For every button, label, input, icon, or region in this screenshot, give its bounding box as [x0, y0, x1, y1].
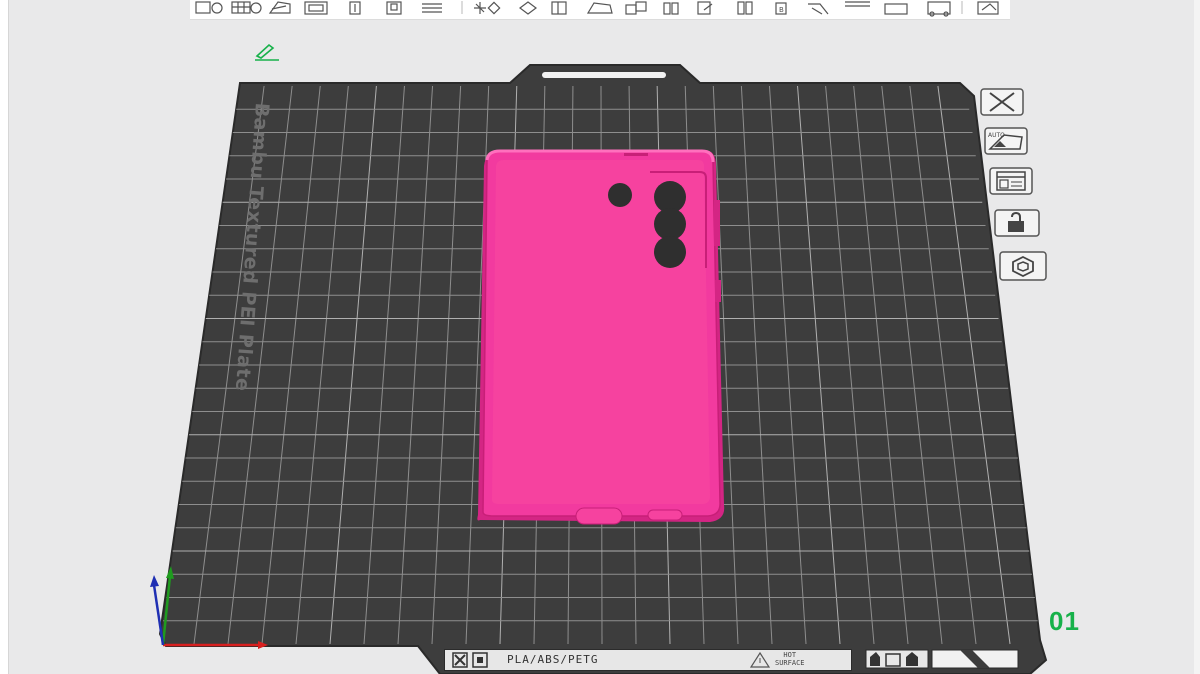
plate-info-tag: PLA/ABS/PETG HOT SURFACE — [444, 649, 852, 671]
lock-plate-button[interactable] — [994, 209, 1040, 239]
phone-case-model[interactable] — [477, 149, 725, 525]
lock-plate-icon — [994, 209, 1040, 237]
auto-arrange-plate-icon: AUTO — [984, 127, 1028, 155]
camera-hole — [654, 236, 686, 268]
plate-qr-icon — [452, 652, 488, 668]
camera-hole — [654, 208, 686, 240]
auto-arrange-plate-button[interactable]: AUTO — [984, 127, 1028, 157]
camera-hole — [608, 183, 632, 207]
plate-settings-icon — [989, 167, 1033, 195]
delete-plate-icon — [980, 88, 1024, 116]
filament-types: PLA/ABS/PETG — [507, 653, 599, 666]
plate-settings-button[interactable] — [989, 167, 1033, 197]
slice-plate-icon — [999, 251, 1047, 281]
plate-number: 01 — [1049, 606, 1080, 636]
plate-handle-slot — [542, 72, 666, 78]
delete-plate-button[interactable] — [980, 88, 1024, 118]
plate-corner-marks — [865, 649, 1019, 669]
hot-surface-warning: HOT SURFACE — [775, 651, 805, 667]
slice-plate-button[interactable] — [999, 251, 1047, 281]
warning-icon — [750, 652, 770, 668]
z-axis — [152, 584, 165, 646]
